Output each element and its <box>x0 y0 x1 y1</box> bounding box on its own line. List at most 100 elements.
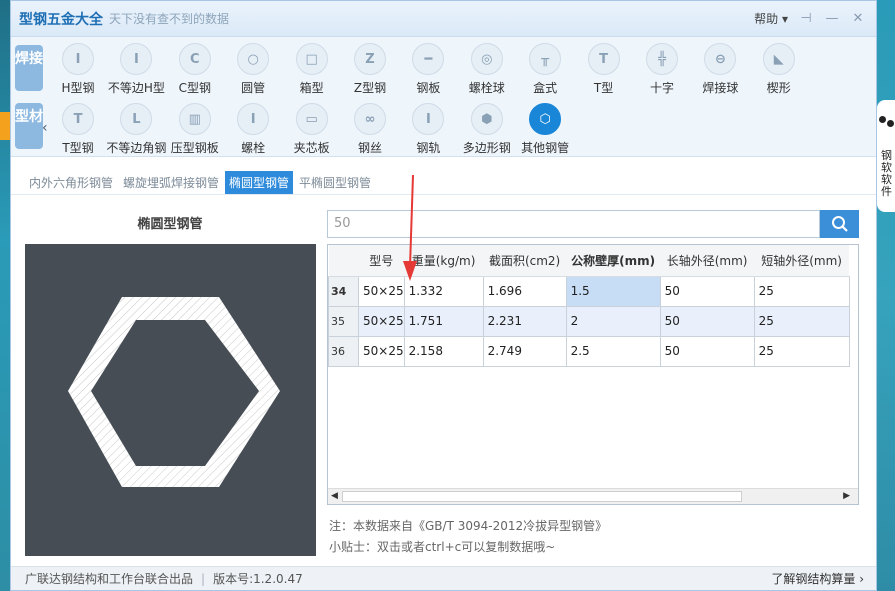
tool-row1-9[interactable]: T T型 <box>573 43 635 96</box>
shape-icon: I <box>62 43 94 75</box>
annotation-arrow <box>403 174 417 281</box>
shape-icon: Z <box>354 43 386 75</box>
tool-row1-8[interactable]: ╥ 盒式 <box>514 43 576 96</box>
scroll-right-icon[interactable]: ▶ <box>843 491 850 501</box>
column-header[interactable]: 截面积(cm2) <box>483 245 567 277</box>
shape-icon: ▥ <box>178 103 211 135</box>
title-bar: 型钢五金大全 天下没有查不到的数据 帮助 ▾ ⊣ — ✕ <box>11 1 876 37</box>
table-cell[interactable]: 50×25 <box>358 335 405 367</box>
shape-icon: ⬡ <box>529 103 562 135</box>
tool-label: 盒式 <box>533 81 558 95</box>
close-icon[interactable]: ✕ <box>850 11 866 26</box>
table-cell[interactable]: 2.5 <box>565 335 661 367</box>
tool-label: 不等边角钢 <box>106 141 167 155</box>
table-cell[interactable]: 2.231 <box>482 305 567 337</box>
column-header[interactable]: 短轴外径(mm) <box>754 245 850 277</box>
scroll-left-icon[interactable]: ◀ <box>331 491 338 501</box>
category-tab-profile[interactable]: 型材 <box>15 103 43 149</box>
tool-row2-7[interactable]: ⬢ 多边形钢 <box>456 103 518 156</box>
tool-row2-8[interactable]: ⬡ 其他钢管 <box>514 103 576 156</box>
table-cell[interactable]: 2 <box>565 305 661 337</box>
subtab-0[interactable]: 内外六角形钢管 <box>25 171 117 194</box>
tool-label: 钢轨 <box>416 141 441 155</box>
minimize-icon[interactable]: — <box>824 11 840 26</box>
copy-tip: 小贴士：双击或者ctrl+c可以复制数据哦~ <box>329 540 556 554</box>
tool-row2-5[interactable]: ∞ 钢丝 <box>339 103 401 156</box>
category-tab-welding[interactable]: 焊接 <box>15 45 43 91</box>
tool-label: 钢板 <box>416 81 441 95</box>
tool-row1-12[interactable]: ◣ 楔形 <box>748 43 810 96</box>
subcategory-tabs: 内外六角形钢管 螺旋埋弧焊接钢管 椭圆型钢管 平椭圆型钢管 <box>11 171 876 195</box>
table-cell[interactable]: 25 <box>753 275 850 307</box>
shape-icon: ◣ <box>762 43 795 75</box>
tool-row2-6[interactable]: I 钢轨 <box>397 103 459 156</box>
learn-more-link[interactable]: 了解钢结构算量 › <box>771 570 864 587</box>
shape-icon: I <box>412 103 445 135</box>
grid-corner <box>328 245 359 277</box>
mascot-eye-icon <box>887 120 894 127</box>
tool-label: 螺栓球 <box>468 81 505 95</box>
subtab-1[interactable]: 螺旋埋弧焊接钢管 <box>119 171 223 194</box>
tool-row1-10[interactable]: ╬ 十字 <box>631 43 693 96</box>
section-preview <box>25 244 316 556</box>
tool-row1-0[interactable]: I H型钢 <box>47 43 109 96</box>
tool-row1-3[interactable]: ○ 圆管 <box>222 43 284 96</box>
help-menu[interactable]: 帮助 ▾ <box>754 10 788 27</box>
row-header[interactable]: 36 <box>328 335 359 367</box>
shape-icon: T <box>62 103 94 135</box>
table-cell[interactable]: 1.696 <box>482 275 567 307</box>
tool-label: T型钢 <box>62 141 94 155</box>
tool-label: 多边形钢 <box>462 141 511 155</box>
publisher-text: 广联达钢结构和工作台联合出品 <box>25 572 194 586</box>
pin-icon[interactable]: ⊣ <box>798 11 814 26</box>
tool-label: H型钢 <box>61 81 95 95</box>
table-row[interactable]: 36 50×25 2.158 2.749 2.5 50 25 <box>328 335 850 367</box>
table-cell[interactable]: 50 <box>659 275 755 307</box>
tool-row1-4[interactable]: □ 箱型 <box>281 43 343 96</box>
row-header[interactable]: 35 <box>328 305 359 337</box>
subtab-2[interactable]: 椭圆型钢管 <box>225 171 294 194</box>
tool-row2-1[interactable]: L 不等边角钢 <box>105 103 167 156</box>
tool-row2-0[interactable]: T T型钢 <box>47 103 109 156</box>
tool-row1-5[interactable]: Z Z型钢 <box>339 43 401 96</box>
tool-row1-6[interactable]: ━ 钢板 <box>397 43 459 96</box>
table-cell[interactable]: 50×25 <box>358 275 405 307</box>
column-header[interactable]: 长轴外径(mm) <box>660 245 755 277</box>
tool-row2-3[interactable]: I 螺栓 <box>222 103 284 156</box>
table-cell[interactable]: 2.158 <box>403 335 484 367</box>
column-header[interactable]: 公称壁厚(mm) <box>566 245 661 277</box>
shape-icon: ⬢ <box>470 103 503 135</box>
horizontal-scrollbar[interactable]: ◀ ▶ <box>328 488 858 504</box>
row-header[interactable]: 34 <box>328 275 359 307</box>
tool-row1-2[interactable]: C C型钢 <box>164 43 226 96</box>
table-cell[interactable]: 1.751 <box>403 305 484 337</box>
status-bar: 广联达钢结构和工作台联合出品 | 版本号:1.2.0.47 了解钢结构算量 › <box>11 566 876 590</box>
desktop-icon[interactable] <box>0 112 10 140</box>
tool-row2-2[interactable]: ▥ 压型钢板 <box>164 103 226 156</box>
table-cell[interactable]: 25 <box>753 335 850 367</box>
column-header[interactable]: 型号 <box>358 245 405 277</box>
shape-icon: ▭ <box>295 103 328 135</box>
tool-row2-4[interactable]: ▭ 夹芯板 <box>281 103 343 156</box>
mascot-eye-icon <box>879 116 886 123</box>
tool-row1-1[interactable]: I 不等边H型 <box>105 43 167 96</box>
subtab-3[interactable]: 平椭圆型钢管 <box>295 171 375 194</box>
scrollbar-thumb[interactable] <box>342 491 742 502</box>
table-row[interactable]: 35 50×25 1.751 2.231 2 50 25 <box>328 305 850 337</box>
table-cell[interactable]: 25 <box>753 305 850 337</box>
shape-icon: ○ <box>237 43 270 75</box>
table-cell[interactable]: 50 <box>659 305 755 337</box>
table-cell[interactable]: 2.749 <box>482 335 567 367</box>
tool-label: 十字 <box>649 81 674 95</box>
table-cell[interactable]: 50 <box>659 335 755 367</box>
table-cell[interactable]: 1.5 <box>565 275 661 307</box>
desktop-right-strip: 钢软软件 <box>877 0 895 591</box>
app-window: 型钢五金大全 天下没有查不到的数据 帮助 ▾ ⊣ — ✕ 焊接 型材 ‹ I H型… <box>10 0 877 591</box>
tool-row1-11[interactable]: ⊖ 焊接球 <box>689 43 751 96</box>
tool-label: Z型钢 <box>353 81 387 95</box>
tool-row1-7[interactable]: ◎ 螺栓球 <box>456 43 518 96</box>
mascot-widget[interactable]: 钢软软件 <box>877 100 895 212</box>
search-button[interactable] <box>820 210 859 238</box>
tool-label: T型 <box>593 81 614 95</box>
table-cell[interactable]: 50×25 <box>358 305 405 337</box>
